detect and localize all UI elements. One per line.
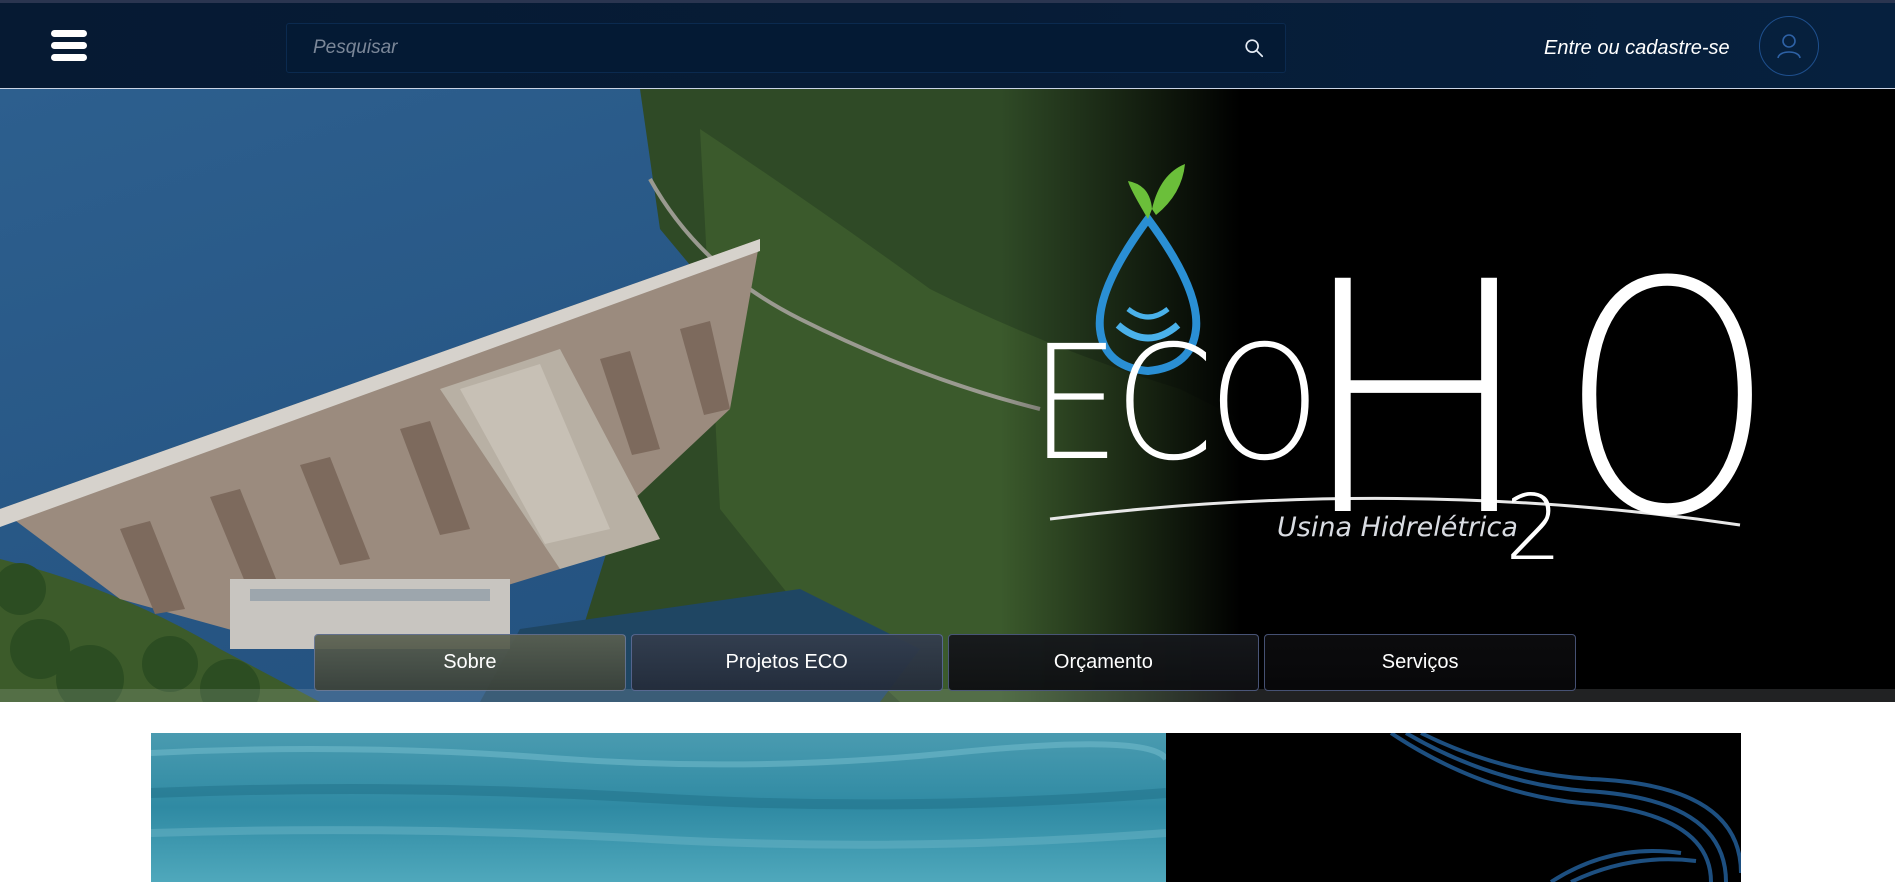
nav-servicos-button[interactable]: Serviços bbox=[1264, 634, 1576, 691]
search-bar bbox=[286, 23, 1286, 73]
nav-sobre-button[interactable]: Sobre bbox=[314, 634, 626, 691]
logo-o-text: O bbox=[1560, 215, 1775, 587]
nav-projetos-eco-button[interactable]: Projetos ECO bbox=[630, 634, 943, 691]
user-icon bbox=[1777, 34, 1801, 59]
hamburger-menu-icon[interactable] bbox=[49, 30, 89, 64]
search-input[interactable] bbox=[287, 24, 1235, 72]
logo-tagline: Usina Hidrelétrica bbox=[1277, 512, 1518, 543]
hero-banner: ECO H 2 O Usina Hidrelétrica bbox=[0, 89, 1895, 702]
user-avatar-button[interactable] bbox=[1759, 16, 1819, 76]
logo-eco-text: ECO bbox=[1030, 312, 1320, 496]
nav-orcamento-button[interactable]: Orçamento bbox=[947, 634, 1260, 691]
featured-banner-image bbox=[151, 733, 1741, 882]
site-header: Entre ou cadastre-se bbox=[0, 3, 1895, 89]
login-link[interactable]: Entre ou cadastre-se bbox=[1544, 37, 1730, 60]
search-icon[interactable] bbox=[1243, 37, 1265, 59]
ocean-and-waves-graphic bbox=[151, 733, 1741, 882]
main-navigation: Sobre Projetos ECO Orçamento Serviços bbox=[314, 634, 1576, 691]
